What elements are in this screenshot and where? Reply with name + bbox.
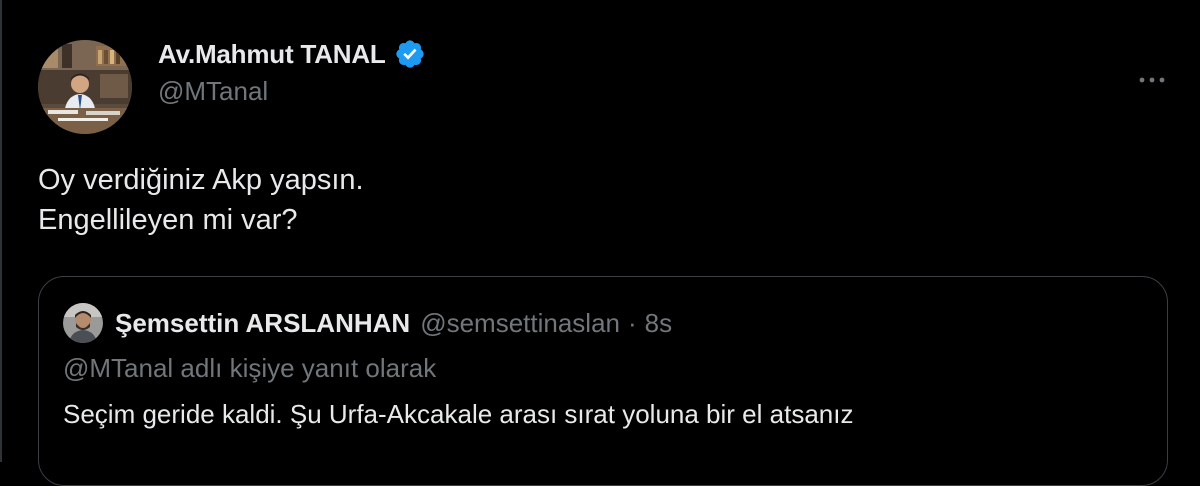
separator-dot: · xyxy=(628,307,637,338)
tweet-text: Oy verdiğiniz Akp yapsın. Engellileyen m… xyxy=(38,160,1138,240)
quoted-author-handle[interactable]: @semsettinaslan xyxy=(420,308,620,339)
tweet[interactable]: Av.Mahmut TANAL @MTanal Oy verdiğiniz Ak… xyxy=(0,0,1200,486)
quoted-tweet-text: Seçim geride kaldi. Şu Urfa-Akcakale ara… xyxy=(63,399,854,429)
more-options-icon[interactable] xyxy=(1136,64,1168,96)
tweet-text-line: Engellileyen mi var? xyxy=(38,204,298,236)
quoted-timestamp[interactable]: 8s xyxy=(645,308,672,339)
tweet-text-line: Oy verdiğiniz Akp yapsın. xyxy=(38,164,364,196)
author-handle[interactable]: @MTanal xyxy=(158,76,268,107)
author-avatar[interactable] xyxy=(38,40,132,134)
quoted-author-avatar-image xyxy=(63,303,103,343)
author-name-row[interactable]: Av.Mahmut TANAL xyxy=(158,36,426,72)
quoted-author-avatar[interactable] xyxy=(63,303,103,343)
verified-badge-icon[interactable] xyxy=(394,38,426,70)
quoted-header: Şemsettin ARSLANHAN @semsettinaslan · 8s xyxy=(115,303,672,343)
quoted-author-name[interactable]: Şemsettin ARSLANHAN xyxy=(115,308,410,339)
author-name[interactable]: Av.Mahmut TANAL xyxy=(158,39,386,70)
author-avatar-image xyxy=(38,40,132,134)
reply-context: @MTanal adlı kişiye yanıt olarak xyxy=(63,353,437,383)
quoted-tweet[interactable]: Şemsettin ARSLANHAN @semsettinaslan · 8s… xyxy=(38,276,1168,486)
